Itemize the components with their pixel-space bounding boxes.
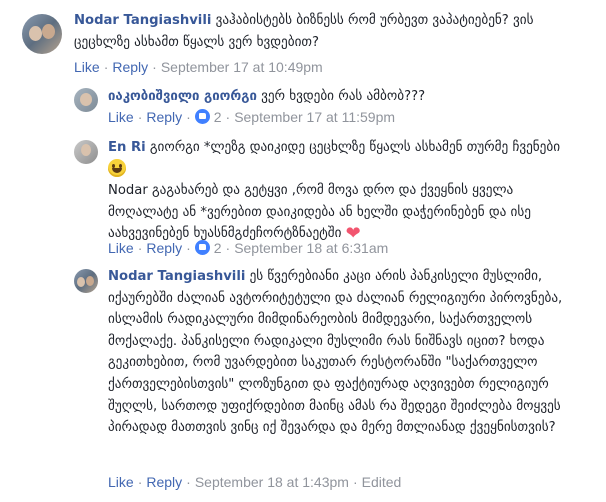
comment-author[interactable]: Nodar Tangiashvili [74, 13, 211, 28]
comment-timestamp[interactable]: September 17 at 11:59pm [234, 109, 395, 125]
comment-timestamp[interactable]: September 18 at 6:31am [234, 240, 388, 256]
like-reaction-icon[interactable] [194, 109, 210, 124]
avatar[interactable] [22, 14, 62, 54]
reply-button[interactable]: Reply [146, 109, 182, 125]
comment-timestamp[interactable]: September 17 at 10:49pm [161, 59, 323, 75]
reaction-count[interactable]: 2 [214, 109, 222, 125]
like-reaction-icon[interactable] [194, 240, 210, 255]
separator: · [137, 109, 143, 125]
separator: · [225, 240, 231, 256]
like-button[interactable]: Like [74, 59, 100, 75]
comment-text: ეს წვერებიანი კაცი არის პანკისელი მუსლიმ… [108, 269, 563, 436]
reply-button[interactable]: Reply [146, 474, 182, 490]
edited-label[interactable]: Edited [362, 474, 402, 490]
comment-author[interactable]: En Ri [108, 140, 146, 155]
reply-button[interactable]: Reply [112, 59, 148, 75]
like-button[interactable]: Like [108, 109, 134, 125]
separator: · [137, 474, 143, 490]
avatar[interactable] [74, 140, 98, 164]
comment-text-line-1: გიორგი *ლეზგ დაიკიდე ცეცხლზე წყალს ასხამ… [149, 140, 561, 155]
separator: · [225, 109, 231, 125]
separator: · [186, 474, 191, 490]
separator: · [137, 240, 143, 256]
separator: · [186, 240, 191, 256]
avatar[interactable] [74, 88, 98, 112]
comment-text-line-2: Nodar გაგახარებ და გეტყვი ,რომ მოვა დრო … [108, 183, 531, 242]
separator: · [352, 474, 358, 490]
separator: · [103, 59, 109, 75]
like-button[interactable]: Like [108, 474, 134, 490]
reply-button[interactable]: Reply [146, 240, 182, 256]
avatar[interactable] [74, 269, 98, 293]
reaction-count[interactable]: 2 [214, 240, 222, 256]
comment-timestamp[interactable]: September 18 at 1:43pm [195, 474, 349, 490]
smile-emoji-icon [108, 158, 126, 177]
like-button[interactable]: Like [108, 240, 134, 256]
comment-author[interactable]: Nodar Tangiashvili [108, 269, 245, 284]
comment-text: ვერ ხვდები რას ამბობ??? [261, 89, 426, 104]
separator: · [152, 59, 157, 75]
comment-author[interactable]: იაკობიშვილი გიორგი [108, 89, 257, 104]
separator: · [186, 109, 191, 125]
